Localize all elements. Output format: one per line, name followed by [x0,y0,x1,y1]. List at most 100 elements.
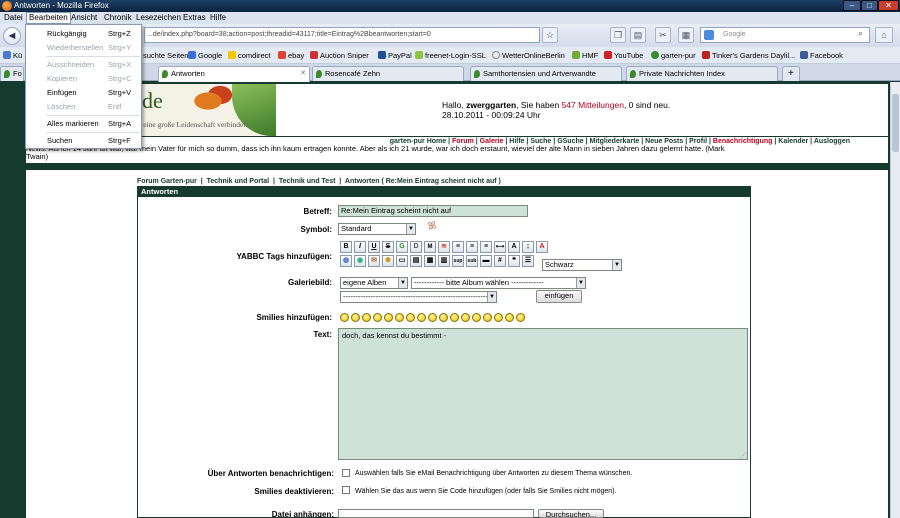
disable-smilies-checkbox[interactable] [342,486,350,494]
italic-icon[interactable]: I [354,241,366,253]
search-input[interactable]: Google [700,27,870,43]
page-icon[interactable]: ▤ [630,27,646,43]
menu-bearbeiten[interactable]: Bearbeiten [26,12,71,24]
home-icon[interactable]: ⌂ [875,27,893,43]
nav-link-neue-posts[interactable]: Neue Posts [645,138,683,145]
bookmark-item[interactable]: YouTube [604,47,643,64]
nav-link-profil[interactable]: Profil [689,138,707,145]
link-icon[interactable]: ◍ [340,255,352,267]
table-cell-icon[interactable]: ▥ [438,255,450,267]
copy-icon[interactable]: ❐ [610,27,626,43]
bold-icon[interactable]: B [340,241,352,253]
smiley-icon[interactable] [439,313,448,322]
smiley-icon[interactable] [362,313,371,322]
addon-icon[interactable]: ▦ [678,27,694,43]
bookmark-item[interactable]: Auction Sniper [310,47,369,64]
minimize-button[interactable]: – [843,0,861,11]
align-center-icon[interactable]: ≡ [466,241,478,253]
back-arrow-icon[interactable]: ◄ [3,27,21,45]
quote-icon[interactable]: ❝ [508,255,520,267]
superscript-icon[interactable]: sup [452,255,464,267]
close-window-button[interactable]: ✕ [878,0,899,11]
image-icon[interactable]: ◉ [354,255,366,267]
nav-link-forum[interactable]: Forum [452,138,474,145]
underline-icon[interactable]: U [368,241,380,253]
marquee-icon[interactable]: M [424,241,436,253]
browse-button[interactable]: Durchsuchen... [538,509,604,518]
color-select[interactable]: Schwarz ▼ [542,259,622,271]
image-select[interactable]: ----------------------------------------… [340,291,497,303]
ftp-icon[interactable]: ❀ [382,255,394,267]
flash-icon[interactable]: ≋ [438,241,450,253]
bookmark-item[interactable]: WetterOnlineBerlin [492,47,565,64]
resize-grip-icon[interactable]: ⋰ [740,452,746,459]
smiley-icon[interactable] [406,313,415,322]
smiley-icon[interactable] [494,313,503,322]
bookmark-item[interactable]: garten-pur [651,47,696,64]
notify-checkbox[interactable] [342,469,350,477]
tools-icon[interactable]: ✂ [655,27,671,43]
menu-hilfe[interactable]: Hilfe [210,12,226,24]
insert-button[interactable]: einfügen [536,290,582,303]
album-source-select[interactable]: eigene Alben ▼ [340,277,408,289]
menu-item-undo[interactable]: Rückgängig Strg+Z [26,28,141,40]
bookmark-item[interactable]: Tinker's Gardens Daylil... [702,47,795,64]
bookmark-star-icon[interactable]: ☆ [542,27,558,43]
menu-item-delete[interactable]: Löschen Entf [26,101,141,113]
smiley-icon[interactable] [516,313,525,322]
tab-antworten[interactable]: Antworten ✕ [158,66,310,82]
smiley-icon[interactable] [428,313,437,322]
subscript-icon[interactable]: sub [466,255,478,267]
table-column-icon[interactable]: ▦ [424,255,436,267]
smiley-icon[interactable] [472,313,481,322]
scrollbar-thumb[interactable] [892,94,899,152]
new-tab-button[interactable]: + [782,66,800,81]
tab-forum[interactable]: Fo [0,66,24,81]
nav-link-mitgliederkarte[interactable]: Mitgliederkarte [590,138,640,145]
nav-link-benachrichtigung[interactable]: Benachrichtigung [713,138,773,145]
subject-input[interactable]: Re:Mein Eintrag scheint nicht auf [338,205,528,217]
tab-private-nachrichten[interactable]: Private Nachrichten Index [626,66,778,81]
vertical-scrollbar[interactable] [890,82,900,518]
bookmark-item[interactable]: HMF [572,47,598,64]
code-icon[interactable]: # [494,255,506,267]
breadcrumb-item[interactable]: Technik und Portal [207,178,270,185]
bookmark-item[interactable]: ebay [278,47,304,64]
menu-item-redo[interactable]: Wiederherstellen Strg+Y [26,42,141,54]
font-color-icon[interactable]: A [536,241,548,253]
nav-link-kalender[interactable]: Kalender [778,138,808,145]
bookmark-item[interactable]: suchte Seiten [143,47,188,64]
nav-link-hilfe[interactable]: Hilfe [509,138,524,145]
breadcrumb-item[interactable]: Forum Garten-pur [137,178,197,185]
nav-link-suche[interactable]: Suche [530,138,551,145]
smiley-icon[interactable] [340,313,349,322]
smiley-icon[interactable] [373,313,382,322]
strike-icon[interactable]: S [382,241,394,253]
bookmark-item[interactable]: PayPal [378,47,412,64]
align-left-icon[interactable]: ≡ [452,241,464,253]
menu-item-copy[interactable]: Kopieren Strg+C [26,73,141,85]
tab-rosencafe[interactable]: Rosencafé Zehn [312,66,464,81]
nav-link-galerie[interactable]: Galerie [480,138,504,145]
smiley-icon[interactable] [450,313,459,322]
font-face-icon[interactable]: ↨ [522,241,534,253]
symbol-select[interactable]: Standard ▼ [338,223,416,235]
url-input[interactable]: ...de/index.php?board=38;action=post;thr… [144,27,540,43]
bookmark-item[interactable]: Kü [3,47,22,64]
menu-extras[interactable]: Extras [183,12,206,24]
bookmark-item[interactable]: freenet-Login-SSL [415,47,486,64]
breadcrumb-item[interactable]: Technik und Test [279,178,336,185]
bookmark-item[interactable]: Facebook [800,47,843,64]
table-row-icon[interactable]: ▤ [410,255,422,267]
menu-item-paste[interactable]: Einfügen Strg+V [26,87,141,99]
bookmark-item[interactable]: comdirect [228,47,271,64]
attach-file-input[interactable] [338,509,534,518]
list-icon[interactable]: ☰ [522,255,534,267]
menu-ansicht[interactable]: Ansicht [71,12,97,24]
smiley-icon[interactable] [417,313,426,322]
maximize-button[interactable]: □ [861,0,878,11]
messages-link[interactable]: 547 Mitteilungen [562,100,624,110]
menu-chronik[interactable]: Chronik [104,12,132,24]
teletype-icon[interactable]: ▬ [480,255,492,267]
table-icon[interactable]: ▭ [396,255,408,267]
